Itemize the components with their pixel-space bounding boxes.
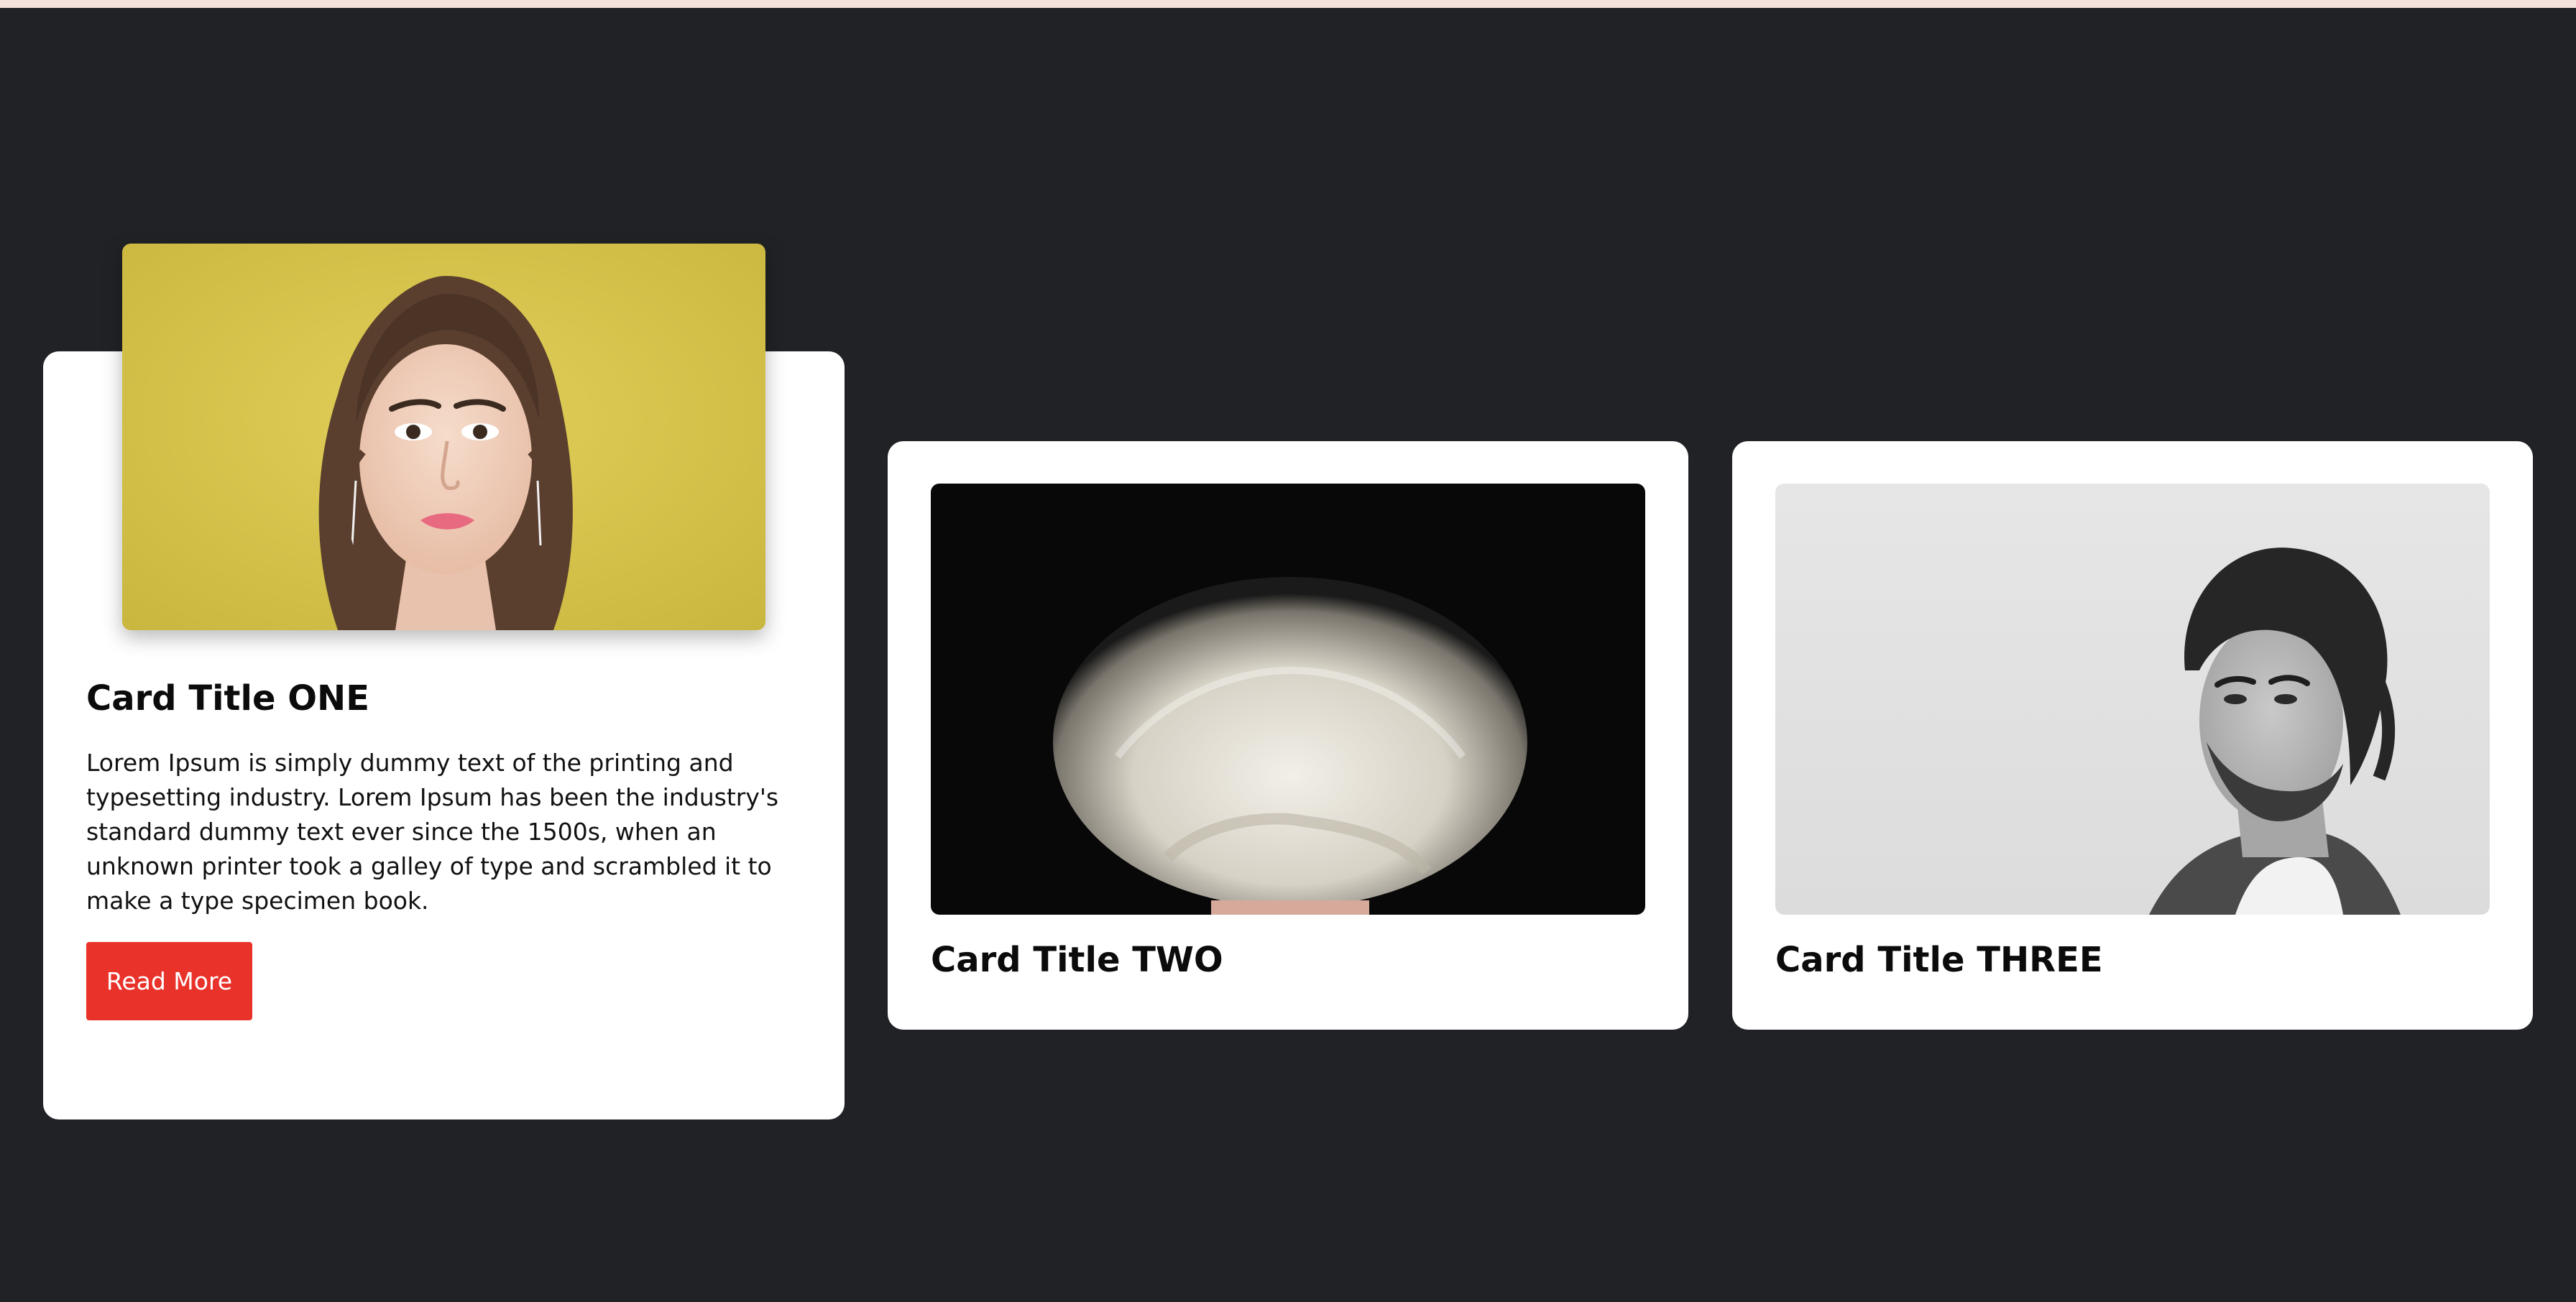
read-more-button[interactable]: Read More <box>86 942 252 1020</box>
card-one-description: Lorem Ipsum is simply dummy text of the … <box>86 749 779 915</box>
top-strip <box>0 0 2576 8</box>
card-one-title: Card Title ONE <box>86 678 369 719</box>
woman-portrait-photo <box>122 244 765 630</box>
card-two-title: Card Title TWO <box>931 940 1223 980</box>
card-one-image <box>122 244 765 630</box>
card-three-title: Card Title THREE <box>1775 940 2103 980</box>
page-canvas: Card Title ONE Lorem Ipsum is simply dum… <box>0 8 2576 1302</box>
card-three-image <box>1775 484 2490 915</box>
man-portrait-photo <box>1775 484 2490 915</box>
fur-hat-photo <box>931 484 1645 915</box>
card-one: Card Title ONE Lorem Ipsum is simply dum… <box>43 244 845 1119</box>
card-two-image <box>931 484 1645 915</box>
card-two: Card Title TWO <box>888 441 1688 1030</box>
card-three: Card Title THREE <box>1732 441 2533 1030</box>
